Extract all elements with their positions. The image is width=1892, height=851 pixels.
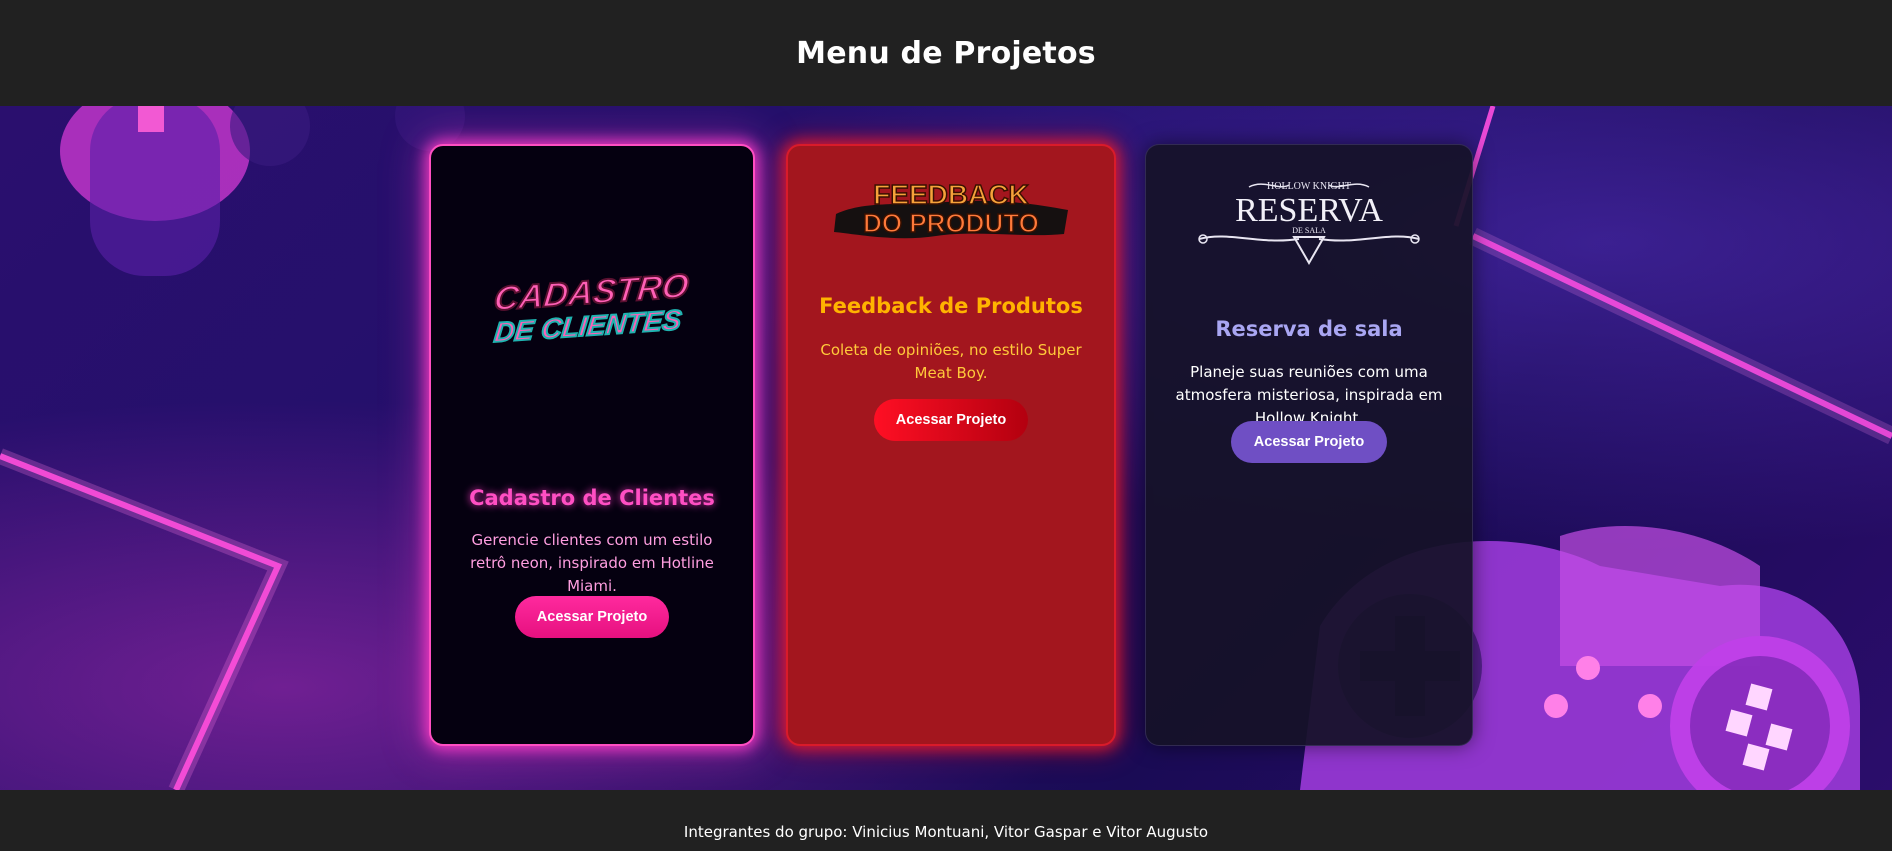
logo-text-bottom: DE SALA (1292, 226, 1326, 235)
page-title: Menu de Projetos (796, 35, 1096, 71)
access-project-button-cadastro[interactable]: Acessar Projeto (515, 596, 669, 638)
cadastro-de-clientes-logo: CADASTRO DE CLIENTES (491, 266, 692, 346)
feedback-do-produto-logo: FEEDBACK DO PRODUTO (834, 178, 1068, 239)
footer-team-members: Integrantes do grupo: Vinicius Montuani,… (683, 823, 1209, 841)
projects-section: CADASTRO DE CLIENTES Cadastro de Cliente… (0, 106, 1892, 790)
card-description: Coleta de opiniões, no estilo Super Meat… (820, 341, 1082, 382)
reserva-de-sala-logo: HOLLOW KNIGHT RESERVA DE SALA (1198, 181, 1420, 266)
card-title: Cadastro de Clientes (469, 486, 715, 510)
card-description: Gerencie clientes com um estilo retrô ne… (470, 531, 714, 595)
card-title: Reserva de sala (1215, 317, 1403, 341)
logo-text-main: RESERVA (1235, 192, 1383, 229)
project-card-cadastro: CADASTRO DE CLIENTES Cadastro de Cliente… (429, 144, 755, 746)
access-project-button-reserva[interactable]: Acessar Projeto (1231, 421, 1387, 463)
project-card-feedback: FEEDBACK DO PRODUTO Feedback de Produtos… (786, 144, 1116, 746)
card-title: Feedback de Produtos (819, 294, 1083, 318)
logo-text-line2: DO PRODUTO (863, 208, 1039, 238)
access-project-button-feedback[interactable]: Acessar Projeto (874, 399, 1028, 441)
project-card-reserva: HOLLOW KNIGHT RESERVA DE SALA Reserva de… (1145, 144, 1473, 746)
card-description: Planeje suas reuniões com uma atmosfera … (1175, 363, 1443, 427)
page-footer: Integrantes do grupo: Vinicius Montuani,… (0, 790, 1892, 851)
page-header: Menu de Projetos (0, 0, 1892, 106)
logo-text-line1: FEEDBACK (873, 179, 1029, 210)
